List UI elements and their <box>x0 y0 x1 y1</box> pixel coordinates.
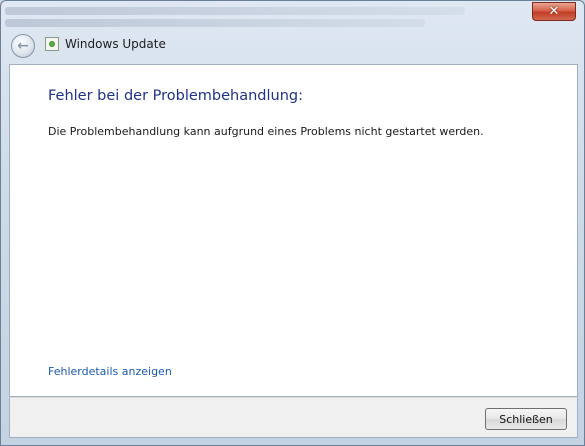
window-close-button[interactable]: ✕ <box>532 2 576 21</box>
back-arrow-icon: ← <box>17 38 29 54</box>
background-text-blur <box>5 19 425 27</box>
close-button[interactable]: Schließen <box>485 408 567 430</box>
navigation-bar: ← Windows Update <box>9 31 569 61</box>
content-pane: Fehler bei der Problembehandlung: Die Pr… <box>9 64 578 397</box>
window-title: Windows Update <box>65 37 166 51</box>
close-icon: ✕ <box>548 4 560 19</box>
error-message: Die Problembehandlung kann aufgrund eine… <box>48 125 484 138</box>
background-text-blur <box>5 7 465 15</box>
window-frame: ✕ ← Windows Update Fehler bei der Proble… <box>0 0 585 446</box>
windows-update-icon <box>45 37 59 51</box>
error-details-link[interactable]: Fehlerdetails anzeigen <box>48 365 172 378</box>
back-button[interactable]: ← <box>11 34 35 58</box>
error-heading: Fehler bei der Problembehandlung: <box>48 88 304 104</box>
footer-bar: Schließen <box>9 397 578 438</box>
